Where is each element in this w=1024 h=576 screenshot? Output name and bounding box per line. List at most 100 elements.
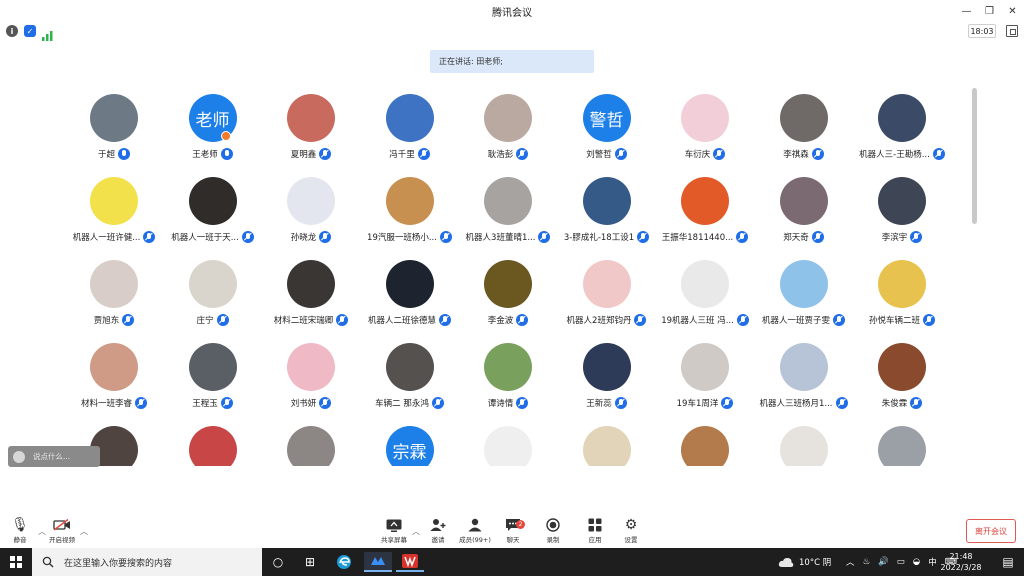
task-view-icon[interactable]: ⊞ [296,552,324,572]
avatar [878,94,926,142]
title-bar: 腾讯会议 — ❐ ✕ [0,0,1024,22]
grid-scrollbar[interactable] [972,88,977,224]
info-icon[interactable]: i [6,25,18,37]
avatar [188,177,237,225]
mic-muted-icon [122,314,135,326]
avatar [188,426,237,466]
chevron-up-icon[interactable]: ︿ [846,556,855,568]
avatar: 警哲 [582,94,631,142]
fullscreen-icon[interactable] [1006,25,1018,37]
avatar [681,177,729,225]
wps-icon[interactable] [396,552,424,572]
tray-app-icon[interactable]: ♨ [863,557,871,567]
participant-name: 19汽服一班杨小... [367,233,437,243]
avatar [287,343,335,391]
windows-logo-icon [10,556,22,568]
participant-name: 谭诗情 [487,399,514,409]
avatar [681,343,729,391]
settings-button[interactable]: ⚙ 设置 [611,516,651,546]
chevron-up-icon[interactable]: ︿ [80,526,88,537]
video-button[interactable]: 开启视频 [42,516,82,546]
mic-muted-icon [417,148,430,160]
avatar [878,343,926,391]
avatar [779,426,828,466]
avatar [287,177,335,225]
participant-tile[interactable]: 李滨宇 [842,169,962,251]
shield-icon[interactable]: ✓ [24,25,36,37]
notification-icon[interactable]: ▤ [994,552,1022,572]
participant-name: 庄宁 [196,316,214,326]
window-controls: — ❐ ✕ [955,0,1024,22]
info-bar: i ✓ 18:03 [0,22,1024,41]
avatar [878,260,926,308]
avatar [287,260,335,308]
participant-tile[interactable] [842,418,962,466]
participant-name: 于超 [97,150,115,160]
chat-label: 聊天 [506,536,520,544]
taskbar-time: 21:48 [949,552,973,561]
participant-name-row: 李滨宇 [842,230,962,244]
add-user-icon [430,516,446,534]
avatar [484,260,532,308]
participant-name: 冯千里 [389,150,415,160]
avatar-text: 老师 [195,110,230,131]
windows-taskbar: 在这里输入你要搜索的内容 ○ ⊞ 10°C 阴 ︿ ♨ 🔊 ▭ ◒ 中 ⌨ 21… [0,548,1024,576]
signal-icon[interactable] [42,26,54,41]
taskbar-clock[interactable]: 21:48 2022/3/28 [940,551,982,573]
members-button[interactable]: 成员(99+) [455,516,495,546]
weather-widget[interactable]: 10°C 阴 [778,548,831,576]
mute-button[interactable]: 🎙 静音 [0,516,40,546]
avatar [90,177,138,225]
participant-name: 刘警哲 [586,150,612,160]
speaking-banner: 正在讲话: 田老师; [430,50,594,73]
participant-name: 李祺森 [783,150,809,160]
invite-button[interactable]: 邀请 [418,516,458,546]
participant-name: 机器人3班董晴1... [465,233,536,243]
battery-icon[interactable]: ▭ [897,557,905,567]
close-icon[interactable]: ✕ [1001,0,1024,22]
apps-label: 应用 [588,536,602,544]
chat-placeholder: 说点什么... [33,452,71,461]
mic-muted-icon [923,314,935,326]
participant-name-row: 机器人三-王勘杨... [842,147,962,161]
record-button[interactable]: 录制 [533,516,573,546]
avatar [779,343,828,391]
share-screen-button[interactable]: 共享屏幕 [374,516,414,546]
avatar [484,343,532,391]
avatar [582,260,631,308]
apps-button[interactable]: 应用 [575,516,615,546]
chat-button[interactable]: 聊天 2 [493,516,533,546]
emoji-icon[interactable] [13,450,25,463]
participant-name: 机器人三班杨月1... [759,399,833,409]
participant-tile[interactable]: 朱俊霖 [842,335,962,417]
taskbar-search[interactable]: 在这里输入你要搜索的内容 [32,548,262,576]
edge-icon[interactable] [330,552,358,572]
mic-muted-icon [319,231,332,243]
minimize-icon[interactable]: — [955,0,978,22]
avatar [779,94,828,142]
avatar [779,177,828,225]
chat-quick-input[interactable]: 说点什么... [8,446,100,467]
participant-name: 王程玉 [192,399,218,409]
participant-tile[interactable]: 孙悦车辆二班 [842,252,962,334]
avatar [484,177,532,225]
record-icon [546,516,560,534]
settings-label: 设置 [624,536,638,544]
participant-name-row: 朱俊霖 [842,396,962,410]
start-button[interactable] [0,548,32,576]
volume-icon[interactable]: 🔊 [878,557,889,567]
participant-name: 孙晓龙 [290,233,317,243]
network-icon[interactable]: ◒ [913,557,920,567]
restore-icon[interactable]: ❐ [978,0,1001,22]
participant-tile[interactable]: 机器人三-王勘杨... [842,86,962,168]
participant-name: 贾旭东 [93,316,120,326]
cloud-icon [778,557,794,567]
participant-name: 夏明鑫 [290,150,317,160]
cortana-icon[interactable]: ○ [264,552,292,572]
tencent-meeting-icon[interactable] [364,552,392,572]
participant-name: 3-膠成礼-18工设1 [563,233,635,243]
participant-name: 孙悦车辆二班 [868,316,920,326]
leave-meeting-button[interactable]: 离开会议 [966,519,1016,543]
ime-indicator[interactable]: 中 [928,556,937,568]
avatar [582,426,631,466]
